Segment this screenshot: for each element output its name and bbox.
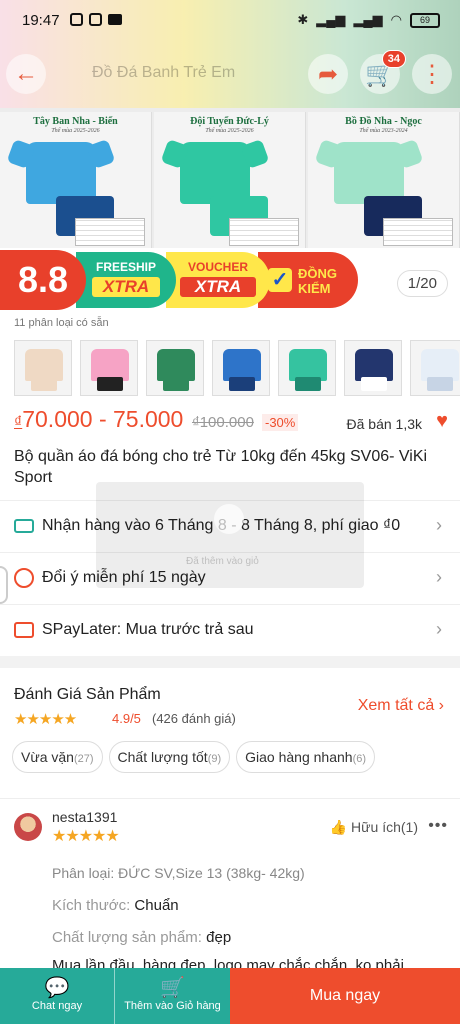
back-button[interactable]: ← <box>6 54 46 94</box>
panel-subtitle: Thể mùa 2025-2026 <box>205 128 254 134</box>
hero-panel: Tây Ban Nha - Biển Thể mùa 2025-2026 <box>0 112 152 248</box>
bottom-action-bar: 💬 Chat ngay 🛒 Thêm vào Giỏ hàng Mua ngay <box>0 968 460 1024</box>
rating-count: (426 đánh giá) <box>152 711 236 726</box>
chevron-right-icon: › <box>436 515 442 535</box>
panel-subtitle: Thể mùa 2025-2026 <box>51 128 100 134</box>
hero-panel: Bồ Đồ Nha - Ngọc Thể mùa 2023-2024 <box>308 112 460 248</box>
jersey-shirt <box>180 142 250 204</box>
nfc-icon <box>70 13 83 26</box>
status-bar: 19:47 ✱ ▂▄▆ ▂▄▆ ◠ 69 <box>0 0 460 42</box>
thumb-shorts <box>427 377 453 391</box>
variant-thumbnail[interactable] <box>80 340 138 396</box>
review-size: Kích thước: Chuẩn <box>52 897 179 914</box>
discount-badge: -30% <box>262 414 299 431</box>
share-button[interactable]: ➦ <box>308 54 348 94</box>
thumb-shorts <box>295 377 321 391</box>
size-table <box>75 218 145 246</box>
review-username: nesta1391 <box>52 809 118 825</box>
status-time: 19:47 <box>22 12 60 29</box>
cart-button[interactable]: 🛒 34 <box>360 50 406 94</box>
chip-fast-delivery[interactable]: Giao hàng nhanh(6) <box>236 741 376 773</box>
review-more-icon[interactable]: ••• <box>428 817 448 835</box>
signal-icon: ▂▄▆ <box>316 12 346 27</box>
thumbs-up-icon: 👍 <box>329 819 348 835</box>
helpful-button[interactable]: 👍 Hữu ích(1) <box>330 819 418 836</box>
bluetooth-icon: ✱ <box>297 12 309 27</box>
chip-fit[interactable]: Vừa vặn(27) <box>12 741 103 773</box>
cart-plus-icon: 🛒 <box>160 977 185 999</box>
add-to-cart-button[interactable]: 🛒 Thêm vào Giỏ hàng <box>115 968 230 1024</box>
n-icon <box>89 13 102 26</box>
size-table <box>383 218 453 246</box>
thumb-shorts <box>31 377 57 391</box>
signal-icon-2: ▂▄▆ <box>353 12 383 27</box>
chat-icon: 💬 <box>44 977 70 999</box>
chevron-right-icon: › <box>436 567 442 587</box>
review-filter-chips: Vừa vặn(27) Chất lượng tốt(9) Giao hàng … <box>12 741 376 773</box>
see-all-reviews-link[interactable]: Xem tất cả › <box>358 697 444 715</box>
panel-subtitle: Thể mùa 2023-2024 <box>359 128 408 134</box>
share-icon: ➦ <box>317 60 339 88</box>
rating-stars: ★★★★★ <box>14 711 77 728</box>
panel-title: Bồ Đồ Nha - Ngọc <box>345 116 422 127</box>
promo-88-badge: 8.8 <box>0 250 86 310</box>
more-icon: ⋮ <box>420 60 444 88</box>
review-variant: Phân loại: ĐỨC SV,Size 13 (38kg- 42kg) <box>52 865 305 881</box>
review-stars: ★★★★★ <box>52 828 120 845</box>
freeship-xtra-badge: FREESHIP XTRA <box>76 252 176 308</box>
variant-thumbnail[interactable] <box>344 340 402 396</box>
video-overlay: Đã thêm vào giỏ <box>96 482 364 588</box>
chevron-right-icon: › <box>436 619 442 639</box>
image-counter: 1/20 <box>396 270 448 297</box>
wifi-icon: ◠ <box>390 12 402 27</box>
video-icon <box>108 14 122 25</box>
heart-icon[interactable]: ♥ <box>436 410 448 433</box>
product-page: Tây Ban Nha - Biển Thể mùa 2025-2026 Đội T… <box>0 0 460 1024</box>
jersey-shirt <box>334 142 404 204</box>
check-icon: ✓ <box>268 268 292 292</box>
panel-title: Đội Tuyển Đức-Lý <box>190 116 269 127</box>
reviews-heading: Đánh Giá Sản Phẩm <box>14 686 161 703</box>
buy-now-button[interactable]: Mua ngay <box>230 968 460 1024</box>
avatar <box>14 813 42 841</box>
thumb-shorts <box>229 377 255 391</box>
more-button[interactable]: ⋮ <box>412 54 452 94</box>
promo-banner: ĐỒNG KIỂM ✓ VOUCHER XTRA FREESHIP XTRA 8… <box>0 248 460 312</box>
spaylater-row[interactable]: SPayLater: Mua trước trả sau › <box>0 604 460 654</box>
review-quality: Chất lượng sản phẩm: đẹp <box>52 929 232 946</box>
shield-icon <box>14 568 34 588</box>
battery-icon: 69 <box>410 12 440 28</box>
chat-now-button[interactable]: 💬 Chat ngay <box>0 968 115 1024</box>
price-range: ₫70.000 - 75.000 <box>14 406 184 432</box>
thumb-shorts <box>97 377 123 391</box>
sold-count: Đã bán 1,3k <box>346 416 423 432</box>
jersey-shirt <box>26 142 96 204</box>
panel-title: Tây Ban Nha - Biển <box>33 116 118 127</box>
variant-thumbnail[interactable] <box>212 340 270 396</box>
variant-thumbnail[interactable] <box>410 340 460 396</box>
variant-count-label: 11 phân loại có sẵn <box>14 317 109 329</box>
variant-thumbnail[interactable] <box>14 340 72 396</box>
hero-panel: Đội Tuyển Đức-Lý Thể mùa 2025-2026 <box>154 112 306 248</box>
thumb-shorts <box>361 377 387 391</box>
chip-quality[interactable]: Chất lượng tốt(9) <box>108 741 231 773</box>
size-table <box>229 218 299 246</box>
play-icon <box>214 504 244 534</box>
card-icon <box>14 622 34 638</box>
original-price: ₫100.000 <box>192 414 254 431</box>
shop-title: Đồ Đá Banh Trẻ Em <box>92 64 236 81</box>
section-divider <box>0 656 460 668</box>
review-item: nesta1391 ★★★★★ 👍 Hữu ích(1) ••• Phân lo… <box>0 798 460 974</box>
cart-badge: 34 <box>381 50 406 68</box>
rating-score: 4.9/5 <box>112 711 141 726</box>
variant-thumbnail[interactable] <box>278 340 336 396</box>
top-nav: ← Đồ Đá Banh Trẻ Em ➦ 🛒 34 ⋮ <box>0 50 460 98</box>
variant-thumbnails <box>14 340 460 396</box>
variant-thumbnail[interactable] <box>146 340 204 396</box>
truck-icon <box>14 519 34 533</box>
back-arrow-icon: ← <box>14 60 38 87</box>
voucher-xtra-badge: VOUCHER XTRA <box>166 252 270 308</box>
thumb-shorts <box>163 377 189 391</box>
side-drawer-handle[interactable] <box>0 566 8 604</box>
